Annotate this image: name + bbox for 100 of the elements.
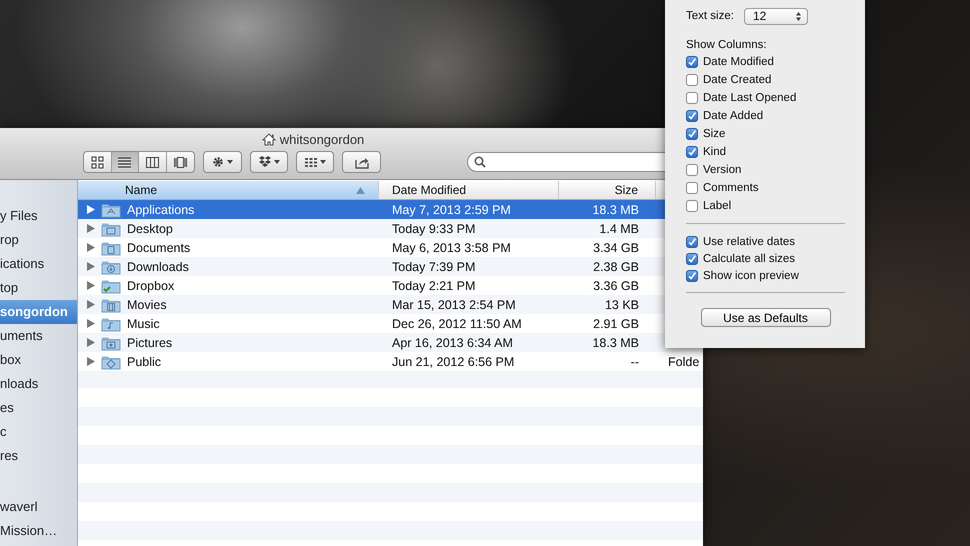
checkbox-label: Date Created bbox=[703, 74, 772, 86]
file-size: -- bbox=[630, 354, 640, 368]
sidebar-item[interactable]: Mission… bbox=[0, 519, 77, 543]
file-name: Music bbox=[127, 316, 160, 330]
file-size: 18.3 MB bbox=[591, 336, 640, 350]
file-name: Dropbox bbox=[127, 278, 174, 292]
view-mode-control[interactable] bbox=[83, 151, 196, 173]
checkbox-label: Date Added bbox=[703, 110, 764, 122]
file-name: Movies bbox=[127, 298, 167, 312]
disclosure-triangle-icon[interactable] bbox=[87, 357, 95, 366]
checkbox-label: Calculate all sizes bbox=[703, 252, 796, 264]
disclosure-triangle-icon[interactable] bbox=[87, 205, 95, 214]
text-size-select[interactable]: 12 bbox=[744, 8, 808, 24]
column-header[interactable]: Date Modified bbox=[379, 181, 559, 199]
file-size: 3.36 GB bbox=[592, 278, 640, 292]
file-name: Pictures bbox=[127, 336, 172, 350]
checkbox[interactable] bbox=[686, 146, 698, 158]
date-modified: Today 2:21 PM bbox=[391, 278, 476, 292]
column-view-icon bbox=[146, 156, 159, 168]
grid-icon bbox=[304, 155, 318, 169]
sidebar-item[interactable]: es bbox=[0, 396, 77, 420]
share-icon bbox=[354, 155, 369, 169]
checkbox[interactable] bbox=[686, 92, 698, 104]
use-as-defaults-button[interactable]: Use as Defaults bbox=[700, 308, 830, 327]
file-size: 2.91 GB bbox=[592, 316, 640, 330]
date-modified: Today 7:39 PM bbox=[391, 260, 476, 274]
checkbox-label: Date Last Opened bbox=[703, 92, 796, 104]
file-size: 1.4 MB bbox=[598, 222, 640, 236]
sidebar-item[interactable]: res bbox=[0, 444, 77, 468]
checkbox[interactable] bbox=[686, 110, 698, 122]
stepper-icon bbox=[796, 12, 801, 20]
icon-view-icon bbox=[90, 156, 104, 168]
checkbox[interactable] bbox=[686, 56, 698, 68]
disclosure-triangle-icon[interactable] bbox=[87, 338, 95, 347]
view-button[interactable] bbox=[112, 152, 140, 172]
file-name: Documents bbox=[127, 240, 190, 254]
checkbox[interactable] bbox=[686, 252, 698, 264]
list-view-icon bbox=[118, 156, 132, 168]
sidebar-item[interactable]: y Files bbox=[0, 204, 77, 228]
disclosure-triangle-icon[interactable] bbox=[87, 224, 95, 233]
sidebar-item[interactable]: rop bbox=[0, 228, 77, 252]
checkbox[interactable] bbox=[686, 164, 698, 176]
file-size: 2.38 GB bbox=[592, 260, 640, 274]
sidebar-item[interactable]: c bbox=[0, 420, 77, 444]
file-kind: Folde bbox=[667, 354, 700, 368]
file-size: 13 KB bbox=[604, 298, 640, 312]
gear-icon bbox=[211, 155, 226, 169]
checkbox[interactable] bbox=[686, 182, 698, 194]
disclosure-triangle-icon[interactable] bbox=[87, 281, 95, 290]
disclosure-triangle-icon[interactable] bbox=[87, 319, 95, 328]
disclosure-triangle-icon[interactable] bbox=[87, 262, 95, 271]
sidebar-item[interactable]: box bbox=[0, 348, 77, 372]
file-name: Downloads bbox=[127, 260, 189, 274]
window-title: whitsongordon bbox=[280, 132, 364, 146]
caret-icon bbox=[227, 160, 234, 164]
date-modified: Mar 15, 2013 2:54 PM bbox=[391, 298, 517, 312]
dropbox-icon bbox=[258, 155, 272, 169]
checkbox-label: Use relative dates bbox=[703, 236, 796, 248]
date-modified: Dec 26, 2012 11:50 AM bbox=[391, 316, 523, 330]
sidebar-item[interactable]: nloads bbox=[0, 372, 77, 396]
sidebar-item[interactable]: uments bbox=[0, 324, 77, 348]
file-name: Public bbox=[127, 354, 162, 368]
checkbox-label: Label bbox=[703, 200, 732, 212]
date-modified: Jun 21, 2012 6:56 PM bbox=[391, 354, 516, 368]
checkbox-label: Date Modified bbox=[703, 56, 774, 68]
sort-arrow-icon bbox=[356, 186, 365, 194]
checkbox[interactable] bbox=[686, 236, 698, 248]
date-modified: May 7, 2013 2:59 PM bbox=[391, 202, 512, 216]
disclosure-triangle-icon[interactable] bbox=[87, 243, 95, 252]
search-icon bbox=[474, 156, 486, 168]
text-size-label: Text size: bbox=[686, 10, 734, 22]
caret-icon bbox=[320, 160, 326, 164]
checkbox-label: Size bbox=[703, 128, 726, 140]
date-modified: May 6, 2013 3:58 PM bbox=[391, 240, 512, 254]
checkbox-label: Show icon preview bbox=[703, 270, 799, 282]
file-name: Desktop bbox=[127, 222, 173, 236]
column-header[interactable]: Name bbox=[78, 181, 379, 199]
arrange-button[interactable] bbox=[296, 151, 334, 173]
sidebar-item[interactable]: waverl bbox=[0, 495, 77, 519]
sidebar-item[interactable]: ications bbox=[0, 252, 77, 276]
checkbox[interactable] bbox=[686, 128, 698, 140]
checkbox[interactable] bbox=[686, 74, 698, 86]
share-button[interactable] bbox=[342, 151, 381, 173]
file-name: Applications bbox=[127, 202, 194, 216]
column-header[interactable]: Size bbox=[559, 181, 656, 199]
sidebar-item[interactable]: top bbox=[0, 276, 77, 300]
dropbox-button[interactable] bbox=[250, 151, 288, 173]
checkbox[interactable] bbox=[686, 270, 698, 282]
disclosure-triangle-icon[interactable] bbox=[87, 300, 95, 309]
file-size: 3.34 GB bbox=[592, 240, 640, 254]
checkbox-label: Comments bbox=[703, 182, 759, 194]
action-button[interactable] bbox=[203, 151, 242, 173]
checkbox-label: Kind bbox=[703, 146, 726, 158]
section-label: Show Columns: bbox=[686, 39, 767, 51]
file-size: 18.3 MB bbox=[591, 202, 640, 216]
checkbox[interactable] bbox=[686, 200, 698, 212]
checkbox-label: Version bbox=[703, 164, 742, 176]
date-modified: Apr 16, 2013 6:34 AM bbox=[391, 336, 514, 350]
cover-flow-icon bbox=[174, 156, 187, 168]
date-modified: Today 9:33 PM bbox=[391, 222, 476, 236]
